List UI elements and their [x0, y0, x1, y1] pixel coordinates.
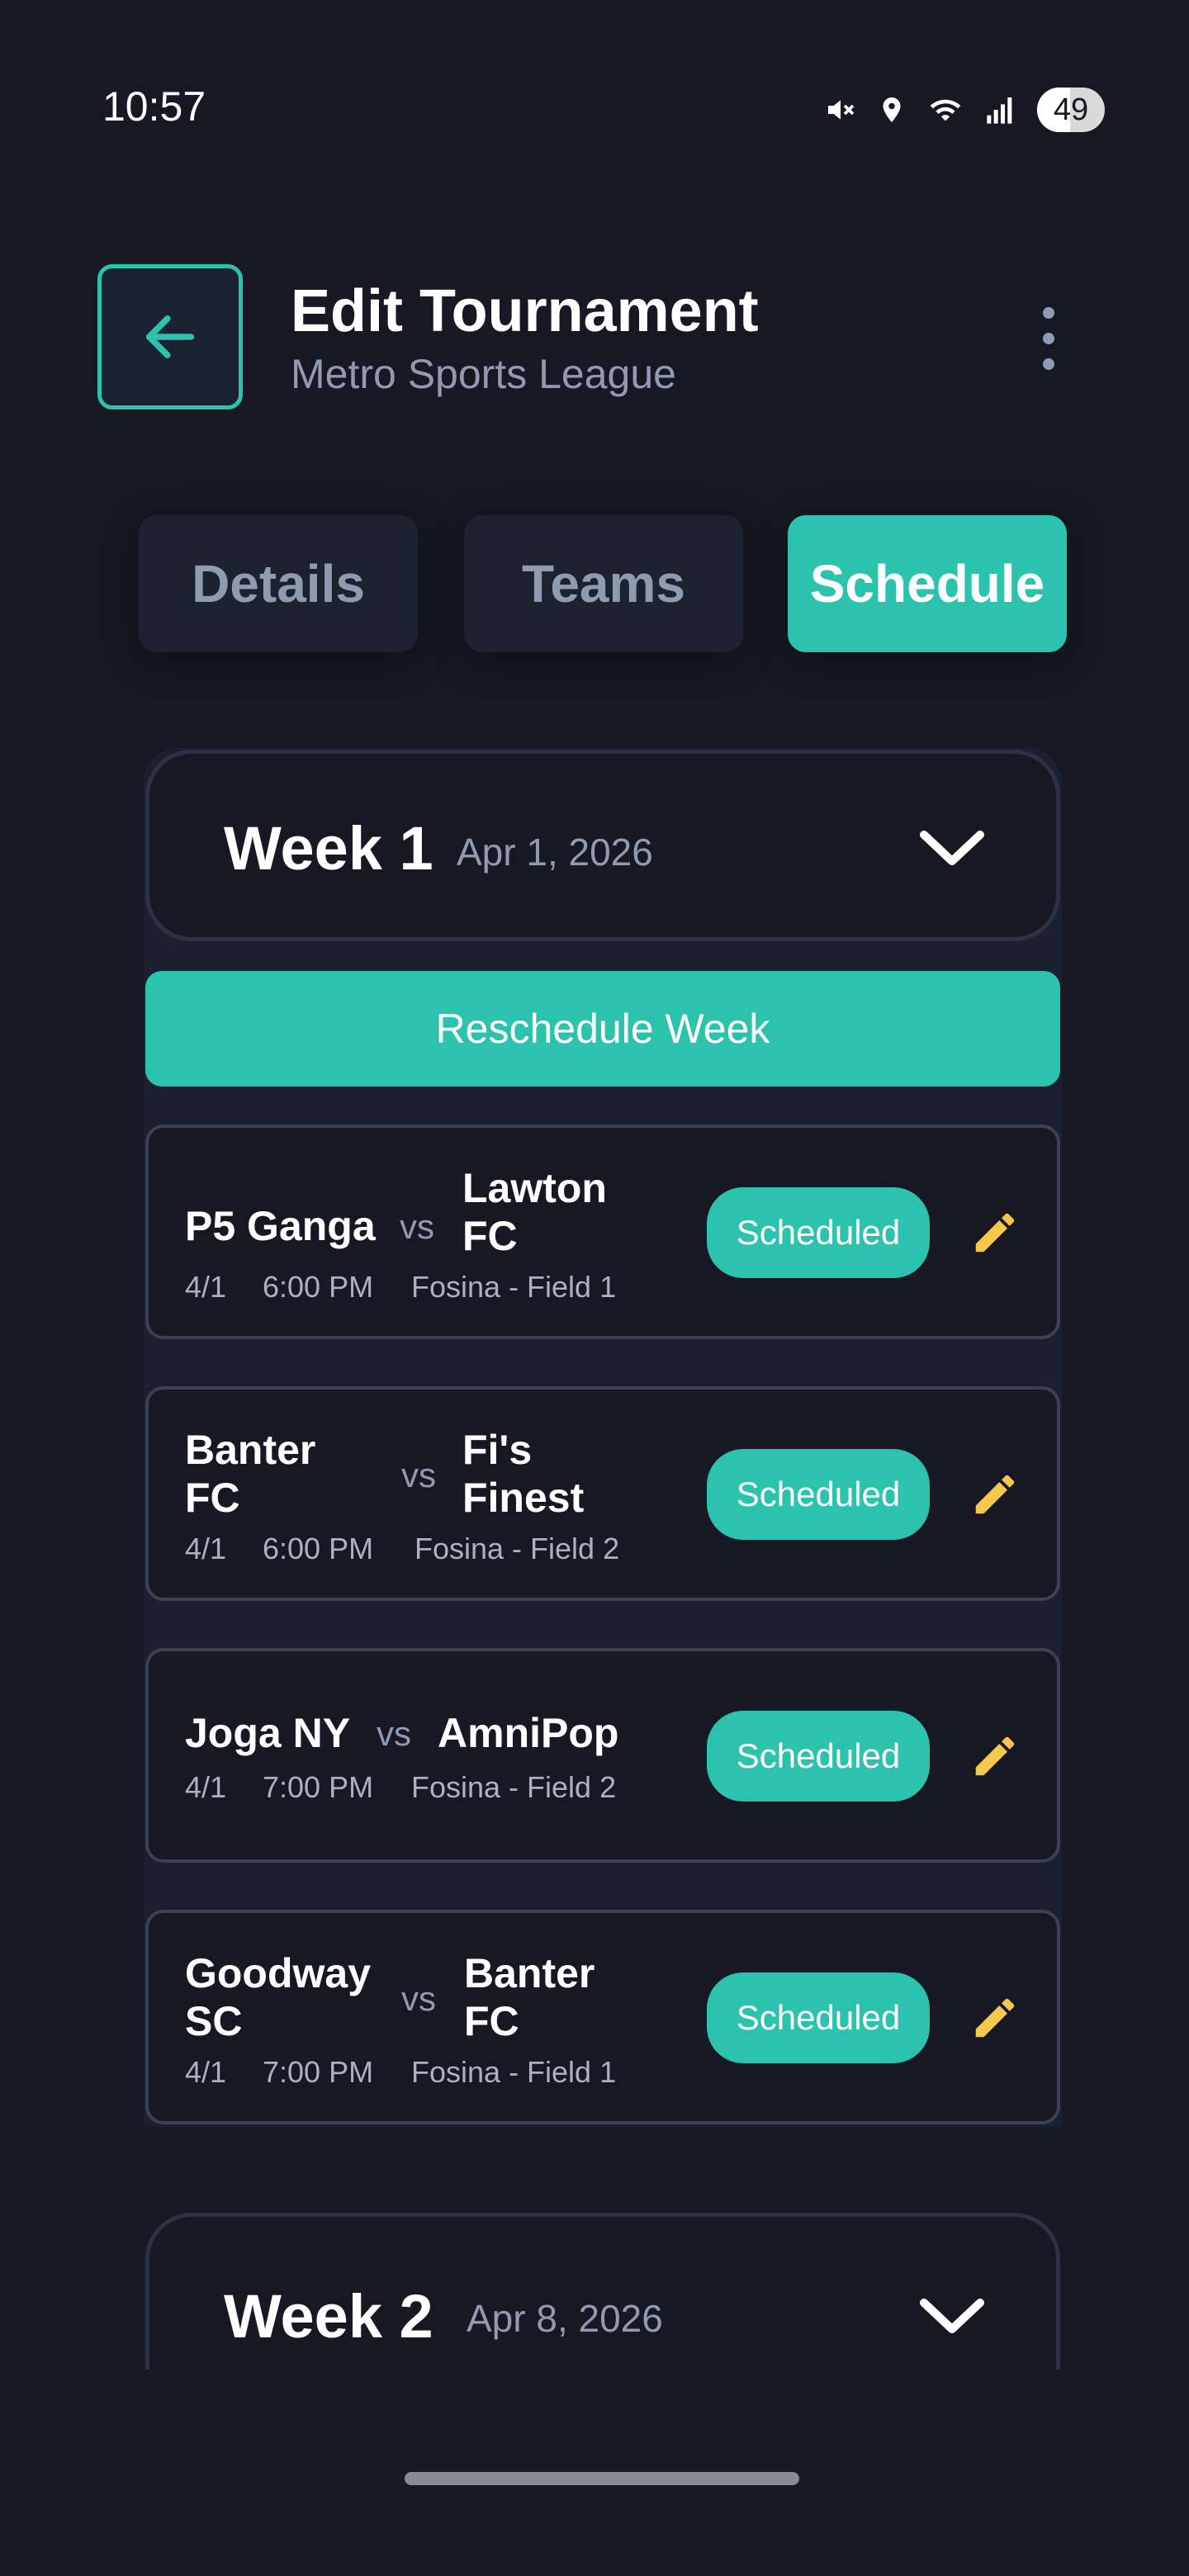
location-icon [883, 97, 901, 122]
vs-label: vs [377, 1714, 411, 1753]
match-venue: Fosina - Field 1 [411, 2055, 617, 2089]
vs-label: vs [400, 1207, 434, 1246]
vs-label: vs [401, 1979, 436, 2018]
chevron-down-icon[interactable] [917, 823, 987, 873]
week-title: Week 1 [224, 814, 433, 883]
match-time: 7:00 PM [263, 2055, 374, 2089]
battery-indicator: 49 [1037, 88, 1105, 132]
match-date: 4/1 [185, 1532, 227, 1565]
match-card: P5 Ganga vs Lawton FC 4/1 6:00 PM Fosina… [145, 1125, 1060, 1339]
match-venue: Fosina - Field 2 [411, 1770, 617, 1804]
match-time: 7:00 PM [263, 1770, 374, 1804]
home-team: Joga NY [185, 1710, 351, 1756]
status-badge: Scheduled [707, 1187, 930, 1278]
match-venue: Fosina - Field 1 [411, 1270, 617, 1304]
week-date: Apr 8, 2026 [467, 2297, 663, 2340]
status-bar: 10:57 49 [0, 0, 1189, 132]
page-subtitle: Metro Sports League [291, 351, 676, 397]
week-title: Week 2 [224, 2282, 433, 2351]
status-badge: Scheduled [707, 1449, 930, 1540]
tab-teams[interactable]: Teams [464, 515, 743, 652]
chevron-down-icon[interactable] [917, 2291, 987, 2341]
arrow-left-icon [145, 315, 195, 358]
away-team: Lawton FC [462, 1165, 607, 1259]
back-button[interactable] [97, 264, 243, 410]
tab-schedule[interactable]: Schedule [788, 515, 1067, 652]
more-vertical-icon[interactable] [1032, 307, 1065, 370]
pencil-icon[interactable] [969, 1469, 1021, 1520]
pencil-icon[interactable] [969, 1207, 1021, 1258]
match-date: 4/1 [185, 2055, 227, 2089]
match-venue: Fosina - Field 2 [414, 1532, 620, 1565]
match-date: 4/1 [185, 1770, 227, 1804]
reschedule-week-button[interactable]: Reschedule Week [145, 971, 1060, 1087]
home-team: Banter FC [185, 1427, 316, 1521]
match-time: 6:00 PM [263, 1532, 374, 1565]
match-date: 4/1 [185, 1270, 227, 1304]
battery-level: 49 [1053, 92, 1089, 127]
signal-icon [987, 97, 1012, 124]
page-title: Edit Tournament [291, 278, 759, 344]
vs-label: vs [401, 1456, 436, 1494]
home-team: Goodway SC [185, 1950, 372, 2044]
match-time: 6:00 PM [263, 1270, 374, 1304]
pencil-icon[interactable] [969, 1992, 1021, 2043]
match-card: Joga NY vs AmniPop 4/1 7:00 PM Fosina - … [145, 1648, 1060, 1863]
away-team: Banter FC [464, 1950, 595, 2044]
week-header[interactable]: Week 2 Apr 8, 2026 [145, 2213, 1060, 2370]
tab-bar: Details Teams Schedule [139, 515, 1067, 652]
status-badge: Scheduled [707, 1711, 930, 1802]
away-team: AmniPop [438, 1710, 619, 1756]
match-card: Goodway SC vs Banter FC 4/1 7:00 PM Fosi… [145, 1910, 1060, 2124]
wifi-icon [930, 99, 961, 121]
away-team: Fi's Finest [462, 1427, 585, 1521]
pencil-icon[interactable] [969, 1731, 1021, 1782]
home-indicator[interactable] [405, 2472, 799, 2485]
home-team: P5 Ganga [185, 1203, 376, 1249]
status-icons: 49 [824, 88, 1105, 132]
match-card: Banter FC vs Fi's Finest 4/1 6:00 PM Fos… [145, 1386, 1060, 1601]
tab-details[interactable]: Details [139, 515, 418, 652]
status-time: 10:57 [102, 83, 206, 130]
week-date: Apr 1, 2026 [457, 831, 653, 874]
week-header[interactable]: Week 1 Apr 1, 2026 [145, 750, 1060, 941]
status-badge: Scheduled [707, 1972, 930, 2063]
mute-icon [828, 100, 855, 120]
